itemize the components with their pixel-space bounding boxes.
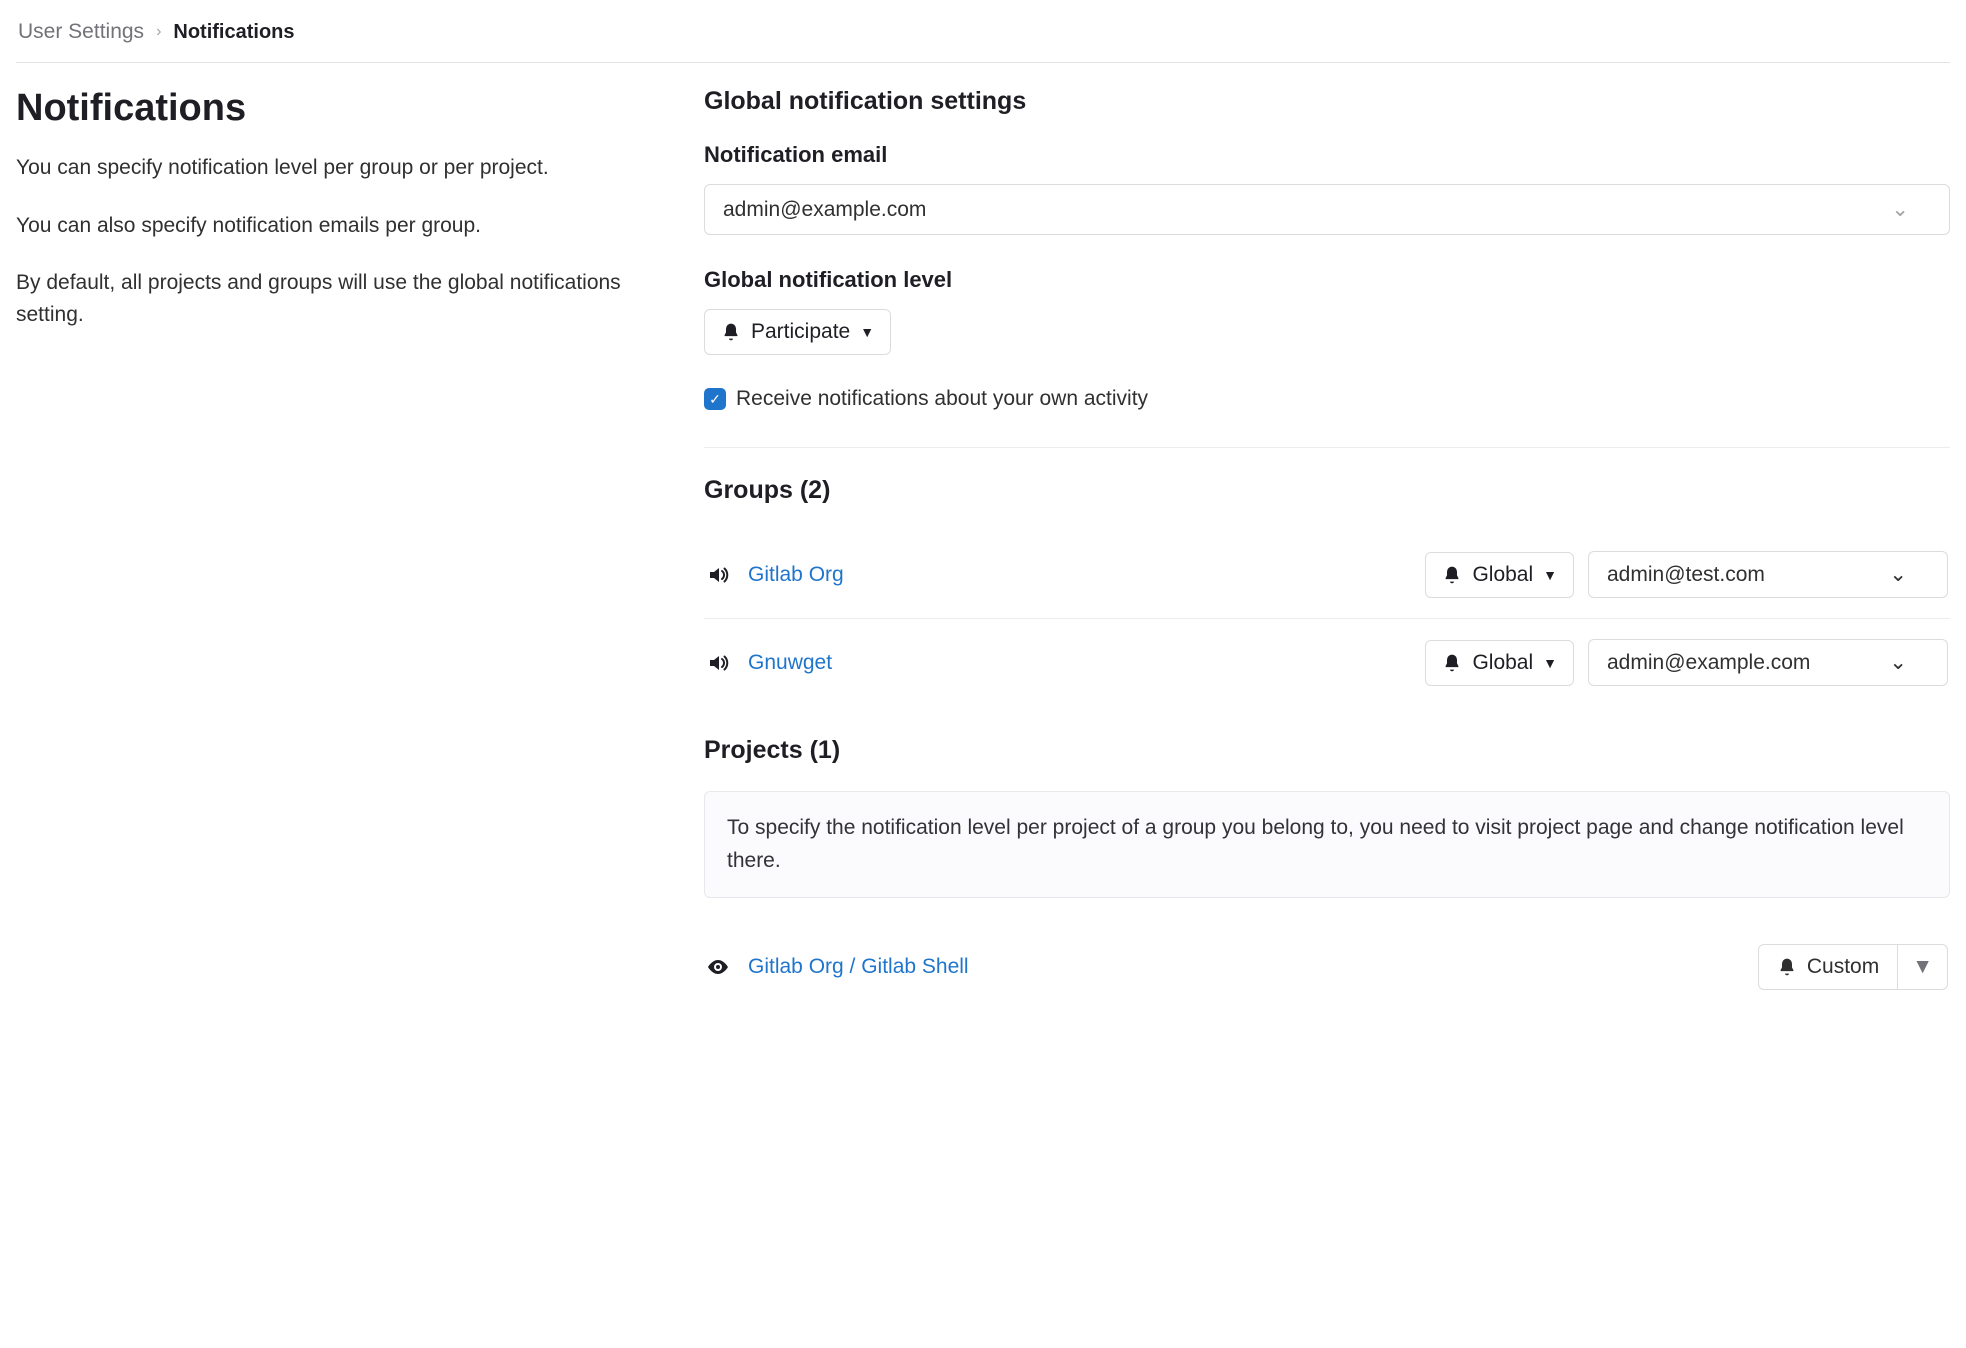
global-level-value: Participate	[751, 320, 850, 344]
project-level-value: Custom	[1807, 955, 1879, 979]
project-level-dropdown-toggle[interactable]: ▼	[1898, 945, 1947, 989]
global-settings-heading: Global notification settings	[704, 87, 1950, 116]
project-level-split-button: Custom ▼	[1758, 944, 1948, 990]
bell-icon	[1442, 653, 1462, 673]
bell-icon	[721, 322, 741, 342]
chevron-right-icon: ›	[156, 23, 161, 41]
eye-icon	[706, 955, 748, 979]
projects-info: To specify the notification level per pr…	[704, 791, 1950, 898]
notification-email-select[interactable]: admin@example.com ⌄	[704, 184, 1950, 235]
breadcrumb-current: Notifications	[173, 21, 294, 44]
group-email-value: admin@example.com	[1607, 651, 1810, 675]
global-level-dropdown[interactable]: Participate ▼	[704, 309, 891, 355]
projects-heading: Projects (1)	[704, 736, 1950, 765]
breadcrumb: User Settings › Notifications	[16, 16, 1950, 63]
global-level-label: Global notification level	[704, 267, 1950, 293]
group-level-dropdown[interactable]: Global ▼	[1425, 552, 1574, 598]
project-level-button[interactable]: Custom	[1759, 945, 1898, 989]
groups-heading: Groups (2)	[704, 476, 1950, 505]
group-level-value: Global	[1472, 563, 1533, 587]
divider	[704, 447, 1950, 448]
sidebar-desc-2: You can also specify notification emails…	[16, 210, 656, 242]
volume-icon	[706, 563, 748, 587]
caret-down-icon: ▼	[1543, 567, 1557, 583]
caret-down-icon: ▼	[1912, 955, 1933, 979]
caret-down-icon: ▼	[1543, 655, 1557, 671]
group-link[interactable]: Gnuwget	[748, 651, 832, 674]
breadcrumb-parent[interactable]: User Settings	[18, 20, 144, 44]
group-level-dropdown[interactable]: Global ▼	[1425, 640, 1574, 686]
chevron-down-icon: ⌄	[1889, 650, 1907, 675]
bell-icon	[1442, 565, 1462, 585]
self-activity-label[interactable]: Receive notifications about your own act…	[736, 387, 1148, 411]
self-activity-checkbox[interactable]: ✓	[704, 388, 726, 410]
group-email-value: admin@test.com	[1607, 563, 1765, 587]
project-row: Gitlab Org / Gitlab Shell Custom ▼	[704, 930, 1950, 1004]
bell-icon	[1777, 957, 1797, 977]
chevron-down-icon: ⌄	[1891, 197, 1909, 222]
notification-email-label: Notification email	[704, 142, 1950, 168]
group-email-select[interactable]: admin@test.com ⌄	[1588, 551, 1948, 598]
notification-email-value: admin@example.com	[723, 198, 926, 222]
page-title: Notifications	[16, 87, 656, 130]
group-level-value: Global	[1472, 651, 1533, 675]
group-email-select[interactable]: admin@example.com ⌄	[1588, 639, 1948, 686]
group-row: Gnuwget Global ▼ admin@example.com ⌄	[704, 619, 1950, 706]
chevron-down-icon: ⌄	[1889, 562, 1907, 587]
group-link[interactable]: Gitlab Org	[748, 563, 844, 586]
sidebar-desc-3: By default, all projects and groups will…	[16, 267, 656, 330]
group-row: Gitlab Org Global ▼ admin@test.com ⌄	[704, 531, 1950, 619]
caret-down-icon: ▼	[860, 324, 874, 340]
sidebar-desc-1: You can specify notification level per g…	[16, 152, 656, 184]
project-link[interactable]: Gitlab Org / Gitlab Shell	[748, 955, 969, 978]
volume-icon	[706, 651, 748, 675]
